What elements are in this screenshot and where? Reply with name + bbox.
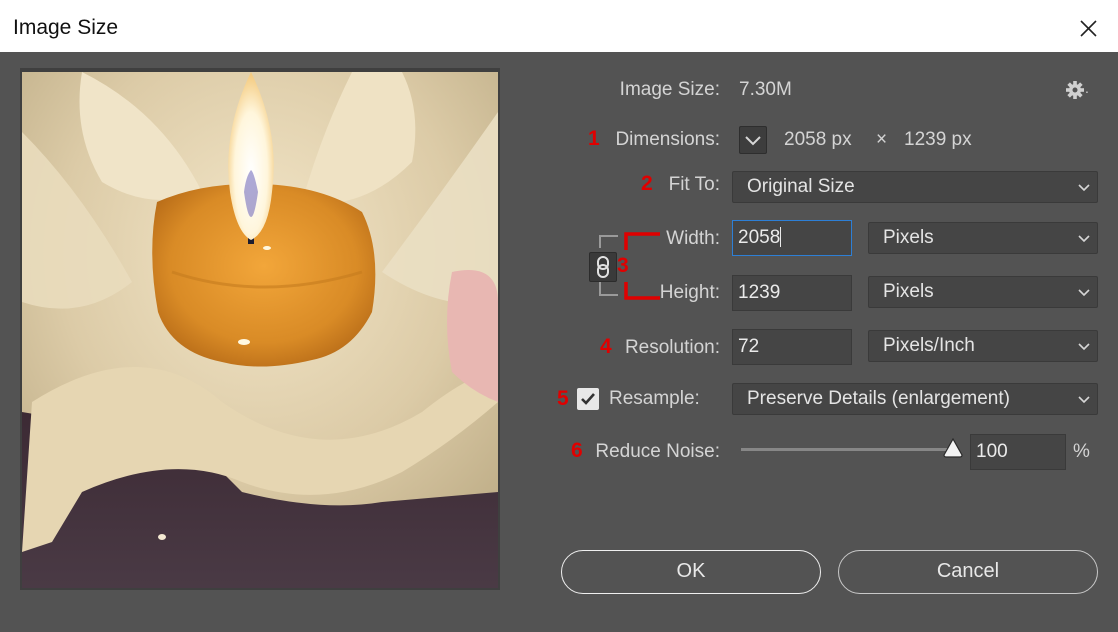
height-unit-select[interactable]: Pixels (868, 276, 1098, 308)
marker-5: 5 (557, 387, 569, 410)
dimensions-unit-toggle[interactable] (739, 126, 767, 154)
cancel-button[interactable]: Cancel (838, 550, 1098, 594)
resample-label: Resample: (609, 388, 700, 409)
gear-icon (1066, 81, 1084, 99)
link-icon (597, 256, 609, 278)
reduce-noise-value: 100 (976, 441, 1008, 462)
close-icon[interactable] (1070, 10, 1106, 46)
chevron-down-icon (1078, 184, 1090, 192)
preview-image[interactable] (22, 72, 498, 588)
fit-to-select[interactable]: Original Size (732, 171, 1098, 203)
height-input[interactable]: 1239 (732, 275, 852, 311)
ok-button[interactable]: OK (561, 550, 821, 594)
width-unit-select[interactable]: Pixels (868, 222, 1098, 254)
dimensions-times: × (876, 129, 888, 150)
height-unit-value: Pixels (883, 281, 934, 302)
checkmark-icon (581, 393, 595, 405)
reduce-noise-input[interactable]: 100 (970, 434, 1066, 470)
reduce-noise-slider-track[interactable] (741, 448, 953, 451)
fit-to-label: Fit To: (668, 174, 720, 195)
width-label: Width: (666, 228, 720, 249)
resolution-value: 72 (738, 336, 760, 357)
settings-menu-indicator: . (1085, 80, 1089, 96)
settings-button[interactable]: . (1064, 78, 1094, 102)
chevron-down-icon (1078, 343, 1090, 351)
chevron-down-icon (1078, 235, 1090, 243)
image-size-dialog: Image Size: 7.30M . 1 Dimensions: 2058 p… (0, 52, 1118, 632)
resolution-label: Resolution: (624, 337, 720, 358)
resample-checkbox[interactable] (577, 388, 599, 410)
reduce-noise-label: Reduce Noise: (595, 441, 720, 462)
dimensions-label: Dimensions: (615, 129, 720, 150)
height-value: 1239 (738, 282, 781, 303)
window-title: Image Size (13, 16, 119, 39)
constrain-proportions-button[interactable] (589, 252, 617, 282)
chevron-down-icon (745, 136, 761, 146)
resolution-unit-select[interactable]: Pixels/Inch (868, 330, 1098, 362)
resample-method-value: Preserve Details (enlargement) (747, 388, 1010, 409)
width-value: 2058 (738, 227, 781, 248)
dimensions-height: 1239 px (904, 129, 972, 150)
chevron-down-icon (1078, 396, 1090, 404)
title-bar: Image Size (0, 0, 1118, 52)
image-size-label: Image Size: (619, 79, 720, 100)
reduce-noise-slider-thumb[interactable] (942, 438, 964, 458)
width-unit-value: Pixels (883, 227, 934, 248)
chevron-down-icon (1078, 289, 1090, 297)
resample-method-select[interactable]: Preserve Details (enlargement) (732, 383, 1098, 415)
text-cursor (780, 227, 782, 247)
reduce-noise-unit: % (1073, 441, 1090, 462)
image-size-value: 7.30M (739, 79, 792, 100)
height-label: Height: (659, 282, 720, 303)
resolution-input[interactable]: 72 (732, 329, 852, 365)
width-input[interactable]: 2058 (732, 220, 852, 256)
resolution-unit-value: Pixels/Inch (883, 335, 975, 356)
dimensions-width: 2058 px (784, 129, 852, 150)
fit-to-value: Original Size (747, 176, 855, 197)
